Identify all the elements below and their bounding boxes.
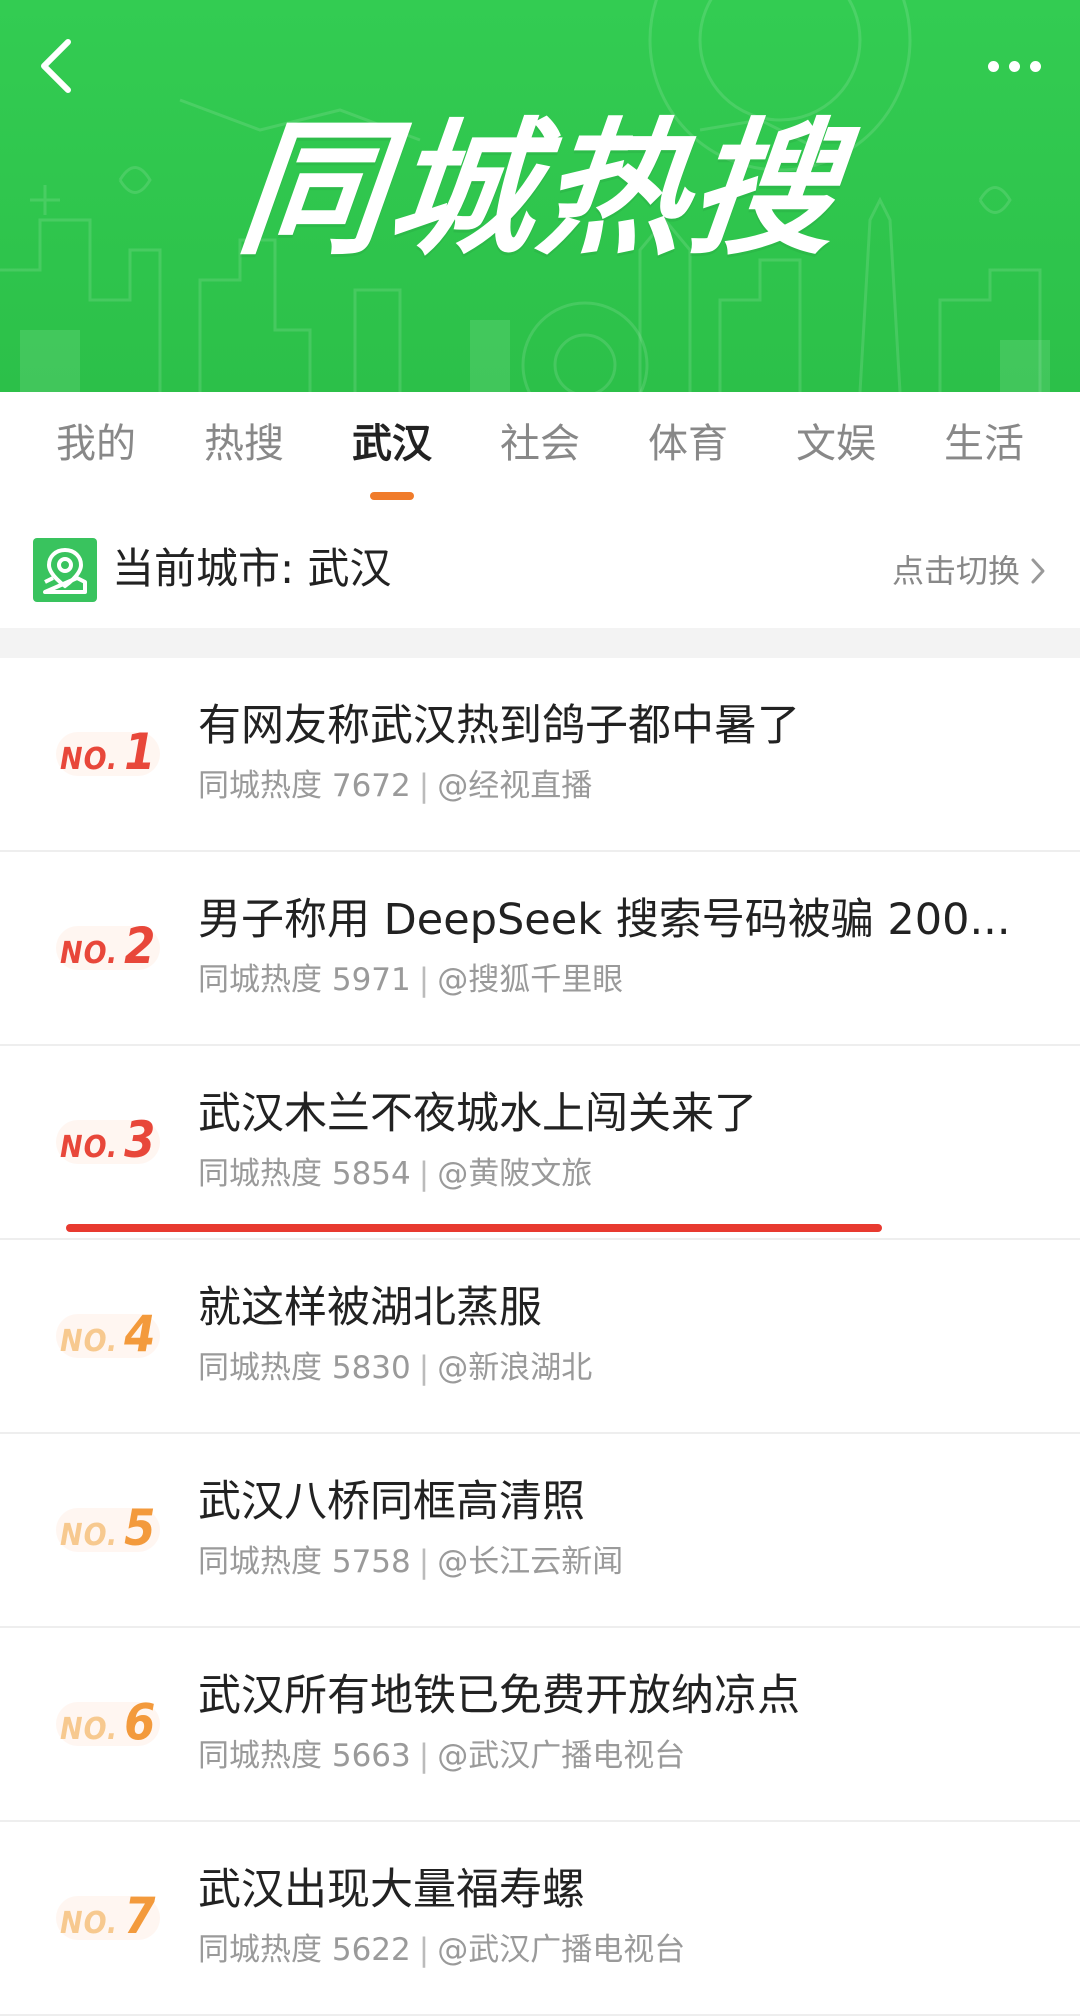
more-horizontal-icon bbox=[987, 60, 999, 72]
source-account: @新浪湖北 bbox=[437, 1350, 593, 1386]
source-account: @武汉广播电视台 bbox=[437, 1932, 686, 1968]
item-meta: 同城热度 7672 | @经视直播 bbox=[198, 768, 593, 804]
header-banner: 同城热搜 bbox=[0, 0, 1080, 392]
switch-city-label: 点击切换 bbox=[891, 552, 1020, 590]
hot-search-list: NO. 1 有网友称武汉热到鸽子都中暑了 同城热度 7672 | @经视直播 NO. 2… bbox=[0, 658, 1080, 2016]
rank-badge: NO. 5 bbox=[60, 1499, 156, 1557]
item-title: 武汉出现大量福寿螺 bbox=[198, 1865, 585, 1915]
current-city-label: 当前城市: 武汉 bbox=[112, 544, 392, 593]
item-meta: 同城热度 5830 | @新浪湖北 bbox=[198, 1350, 593, 1386]
source-account: @搜狐千里眼 bbox=[437, 962, 624, 998]
chevron-left-icon bbox=[41, 39, 71, 93]
item-title: 武汉八桥同框高清照 bbox=[198, 1477, 585, 1527]
back-button[interactable] bbox=[26, 36, 86, 96]
list-item[interactable]: NO. 2 男子称用 DeepSeek 搜索号码被骗 200... 同城热度 59… bbox=[0, 852, 1080, 1046]
list-item[interactable]: NO. 3 武汉木兰不夜城水上闯关来了 同城热度 5854 | @黄陂文旅 bbox=[0, 1046, 1080, 1240]
item-meta: 同城热度 5622 | @武汉广播电视台 bbox=[198, 1932, 686, 1968]
tab-life[interactable]: 生活 bbox=[910, 418, 1058, 470]
rank-badge: NO. 7 bbox=[60, 1887, 156, 1945]
tab-hot-search[interactable]: 热搜 bbox=[170, 418, 318, 470]
tab-sports[interactable]: 体育 bbox=[614, 418, 762, 470]
heat-value: 同城热度 5758 bbox=[198, 1544, 411, 1580]
rank-badge: NO. 1 bbox=[60, 723, 156, 781]
source-account: @黄陂文旅 bbox=[437, 1156, 593, 1192]
heat-value: 同城热度 5971 bbox=[198, 962, 411, 998]
list-item[interactable]: NO. 1 有网友称武汉热到鸽子都中暑了 同城热度 7672 | @经视直播 bbox=[0, 658, 1080, 852]
section-divider bbox=[0, 628, 1080, 658]
item-meta: 同城热度 5854 | @黄陂文旅 bbox=[198, 1156, 593, 1192]
category-tabs: 我的 热搜 武汉 社会 体育 文娱 生活 bbox=[0, 392, 1080, 510]
item-title: 有网友称武汉热到鸽子都中暑了 bbox=[198, 701, 800, 751]
item-title: 男子称用 DeepSeek 搜索号码被骗 200... bbox=[198, 895, 1011, 945]
tab-entertainment[interactable]: 文娱 bbox=[762, 418, 910, 470]
active-tab-indicator bbox=[370, 492, 414, 500]
heat-value: 同城热度 5622 bbox=[198, 1932, 411, 1968]
rank-badge: NO. 2 bbox=[60, 917, 156, 975]
heat-value: 同城热度 7672 bbox=[198, 768, 411, 804]
item-meta: 同城热度 5971 | @搜狐千里眼 bbox=[198, 962, 624, 998]
heat-value: 同城热度 5854 bbox=[198, 1156, 411, 1192]
rank-badge: NO. 4 bbox=[60, 1305, 156, 1363]
item-meta: 同城热度 5758 | @长江云新闻 bbox=[198, 1544, 624, 1580]
list-item[interactable]: NO. 7 武汉出现大量福寿螺 同城热度 5622 | @武汉广播电视台 bbox=[0, 1822, 1080, 2016]
tab-wuhan[interactable]: 武汉 bbox=[318, 418, 466, 470]
map-location-icon bbox=[33, 538, 97, 602]
page-title: 同城热搜 bbox=[231, 105, 849, 275]
source-account: @长江云新闻 bbox=[437, 1544, 624, 1580]
list-item[interactable]: NO. 5 武汉八桥同框高清照 同城热度 5758 | @长江云新闻 bbox=[0, 1434, 1080, 1628]
tab-mine[interactable]: 我的 bbox=[22, 418, 170, 470]
rank-badge: NO. 6 bbox=[60, 1693, 156, 1751]
heat-value: 同城热度 5830 bbox=[198, 1350, 411, 1386]
item-title: 武汉木兰不夜城水上闯关来了 bbox=[198, 1089, 757, 1139]
highlight-underline bbox=[66, 1224, 882, 1232]
chevron-right-icon bbox=[1031, 558, 1045, 584]
list-item[interactable]: NO. 4 就这样被湖北蒸服 同城热度 5830 | @新浪湖北 bbox=[0, 1240, 1080, 1434]
item-meta: 同城热度 5663 | @武汉广播电视台 bbox=[198, 1738, 686, 1774]
tab-society[interactable]: 社会 bbox=[466, 418, 614, 470]
source-account: @经视直播 bbox=[437, 768, 593, 804]
item-title: 武汉所有地铁已免费开放纳凉点 bbox=[198, 1671, 800, 1721]
source-account: @武汉广播电视台 bbox=[437, 1738, 686, 1774]
list-item[interactable]: NO. 6 武汉所有地铁已免费开放纳凉点 同城热度 5663 | @武汉广播电视台 bbox=[0, 1628, 1080, 1822]
heat-value: 同城热度 5663 bbox=[198, 1738, 411, 1774]
current-city-bar: 当前城市: 武汉 点击切换 bbox=[0, 510, 1080, 628]
item-title: 就这样被湖北蒸服 bbox=[198, 1283, 542, 1333]
rank-badge: NO. 3 bbox=[60, 1111, 156, 1169]
switch-city-button[interactable]: 点击切换 bbox=[892, 548, 1046, 594]
more-options-button[interactable] bbox=[974, 44, 1054, 88]
